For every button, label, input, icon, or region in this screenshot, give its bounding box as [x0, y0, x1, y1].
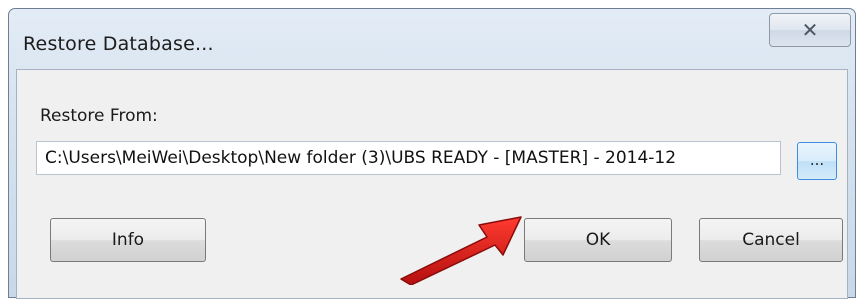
ok-button[interactable]: OK: [524, 218, 672, 262]
close-button[interactable]: ✕: [769, 13, 851, 47]
cancel-button-label: Cancel: [742, 230, 800, 250]
restore-from-label: Restore From:: [40, 106, 158, 126]
title-bar[interactable]: Restore Database... ✕: [9, 9, 855, 69]
restore-path-value: C:\Users\MeiWei\Desktop\New folder (3)\U…: [45, 148, 677, 168]
restore-path-input[interactable]: C:\Users\MeiWei\Desktop\New folder (3)\U…: [36, 141, 781, 175]
close-icon: ✕: [801, 18, 819, 42]
ok-button-label: OK: [585, 230, 611, 250]
info-button[interactable]: Info: [50, 218, 206, 262]
info-button-label: Info: [111, 230, 145, 250]
dialog-title: Restore Database...: [23, 33, 214, 55]
cancel-button[interactable]: Cancel: [699, 218, 843, 262]
browse-button[interactable]: ...: [797, 142, 837, 180]
ellipsis-icon: ...: [809, 151, 825, 169]
annotation-arrow-icon: [400, 216, 522, 285]
